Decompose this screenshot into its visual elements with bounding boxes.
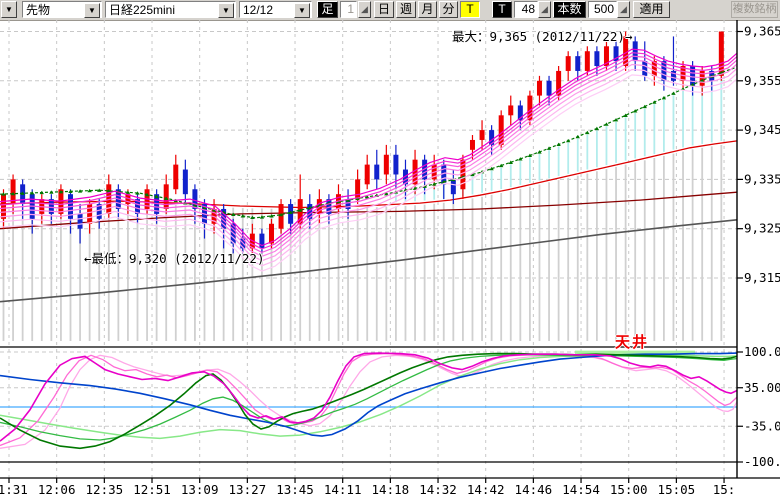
time-tick-label: 15:00	[610, 482, 648, 497]
candle	[173, 165, 178, 190]
price-tick-label: 9,345	[744, 122, 780, 137]
candle	[508, 105, 513, 115]
time-tick-label: 14:46	[515, 482, 553, 497]
price-tick-label: 9,315	[744, 270, 780, 285]
candle	[355, 179, 360, 199]
candle	[633, 41, 638, 61]
candle	[259, 234, 264, 249]
candle	[384, 155, 389, 175]
candle	[269, 224, 274, 244]
candle	[393, 155, 398, 175]
ceiling-annotation: 天井	[615, 331, 649, 352]
oscillator-series-blue-slow	[0, 353, 737, 436]
time-tick-label: 14:42	[467, 482, 505, 497]
time-tick-label: 15:	[713, 482, 736, 497]
time-tick-label: 14:32	[419, 482, 457, 497]
oscillator-layer	[0, 353, 737, 449]
candle	[585, 51, 590, 71]
oscillator-tick-label: 100.00	[744, 344, 780, 359]
candle	[78, 214, 83, 229]
candle	[537, 81, 542, 96]
time-tick-label: 14:11	[324, 482, 362, 497]
price-tick-label: 9,335	[744, 171, 780, 186]
candle	[480, 130, 485, 140]
min-price-annotation: ←最低：9,320 (2012/11/22)	[84, 248, 265, 267]
price-tick-label: 9,355	[744, 73, 780, 88]
time-tick-label: 13:45	[276, 482, 314, 497]
time-tick-label: 12:35	[86, 482, 124, 497]
candle	[1, 194, 6, 219]
ma-marker	[585, 131, 589, 134]
time-tick-label: 11:31	[0, 482, 28, 497]
time-tick-label: 12:06	[38, 482, 76, 497]
time-tick-label: 15:05	[658, 482, 696, 497]
candle	[183, 170, 188, 195]
ma-marker	[576, 135, 580, 138]
ma-marker	[595, 127, 599, 130]
candle	[279, 204, 284, 229]
candle	[87, 204, 92, 224]
candle	[566, 56, 571, 71]
candle	[470, 140, 475, 150]
ma-marker	[671, 92, 675, 95]
price-tick-label: 9,365	[744, 24, 780, 39]
oscillator-tick-label: -35.00	[744, 418, 780, 433]
candle	[547, 81, 552, 96]
time-tick-label: 14:18	[372, 482, 410, 497]
oscillator-tick-label: 35.00	[744, 380, 780, 395]
candle	[374, 165, 379, 180]
candle	[575, 56, 580, 71]
candle	[642, 61, 647, 76]
time-tick-label: 13:09	[181, 482, 219, 497]
time-tick-label: 14:54	[562, 482, 600, 497]
price-tick-label: 9,325	[744, 221, 780, 236]
max-price-annotation: 最大：9,365 (2012/11/22)→	[452, 26, 633, 45]
oscillator-series-magenta-fast	[0, 353, 737, 441]
time-tick-label: 13:27	[229, 482, 267, 497]
time-tick-label: 12:51	[133, 482, 171, 497]
candle	[594, 51, 599, 66]
chart-application-window: ▼ 先物 ▼ 日経225mini ▼ 12/12 ▼ 足 1 ◢ 日 週 月 分…	[0, 0, 780, 500]
candle	[451, 179, 456, 194]
oscillator-tick-label: -100.00	[744, 454, 780, 469]
candle	[365, 165, 370, 185]
oscillator-series-pink-mid	[0, 354, 737, 446]
